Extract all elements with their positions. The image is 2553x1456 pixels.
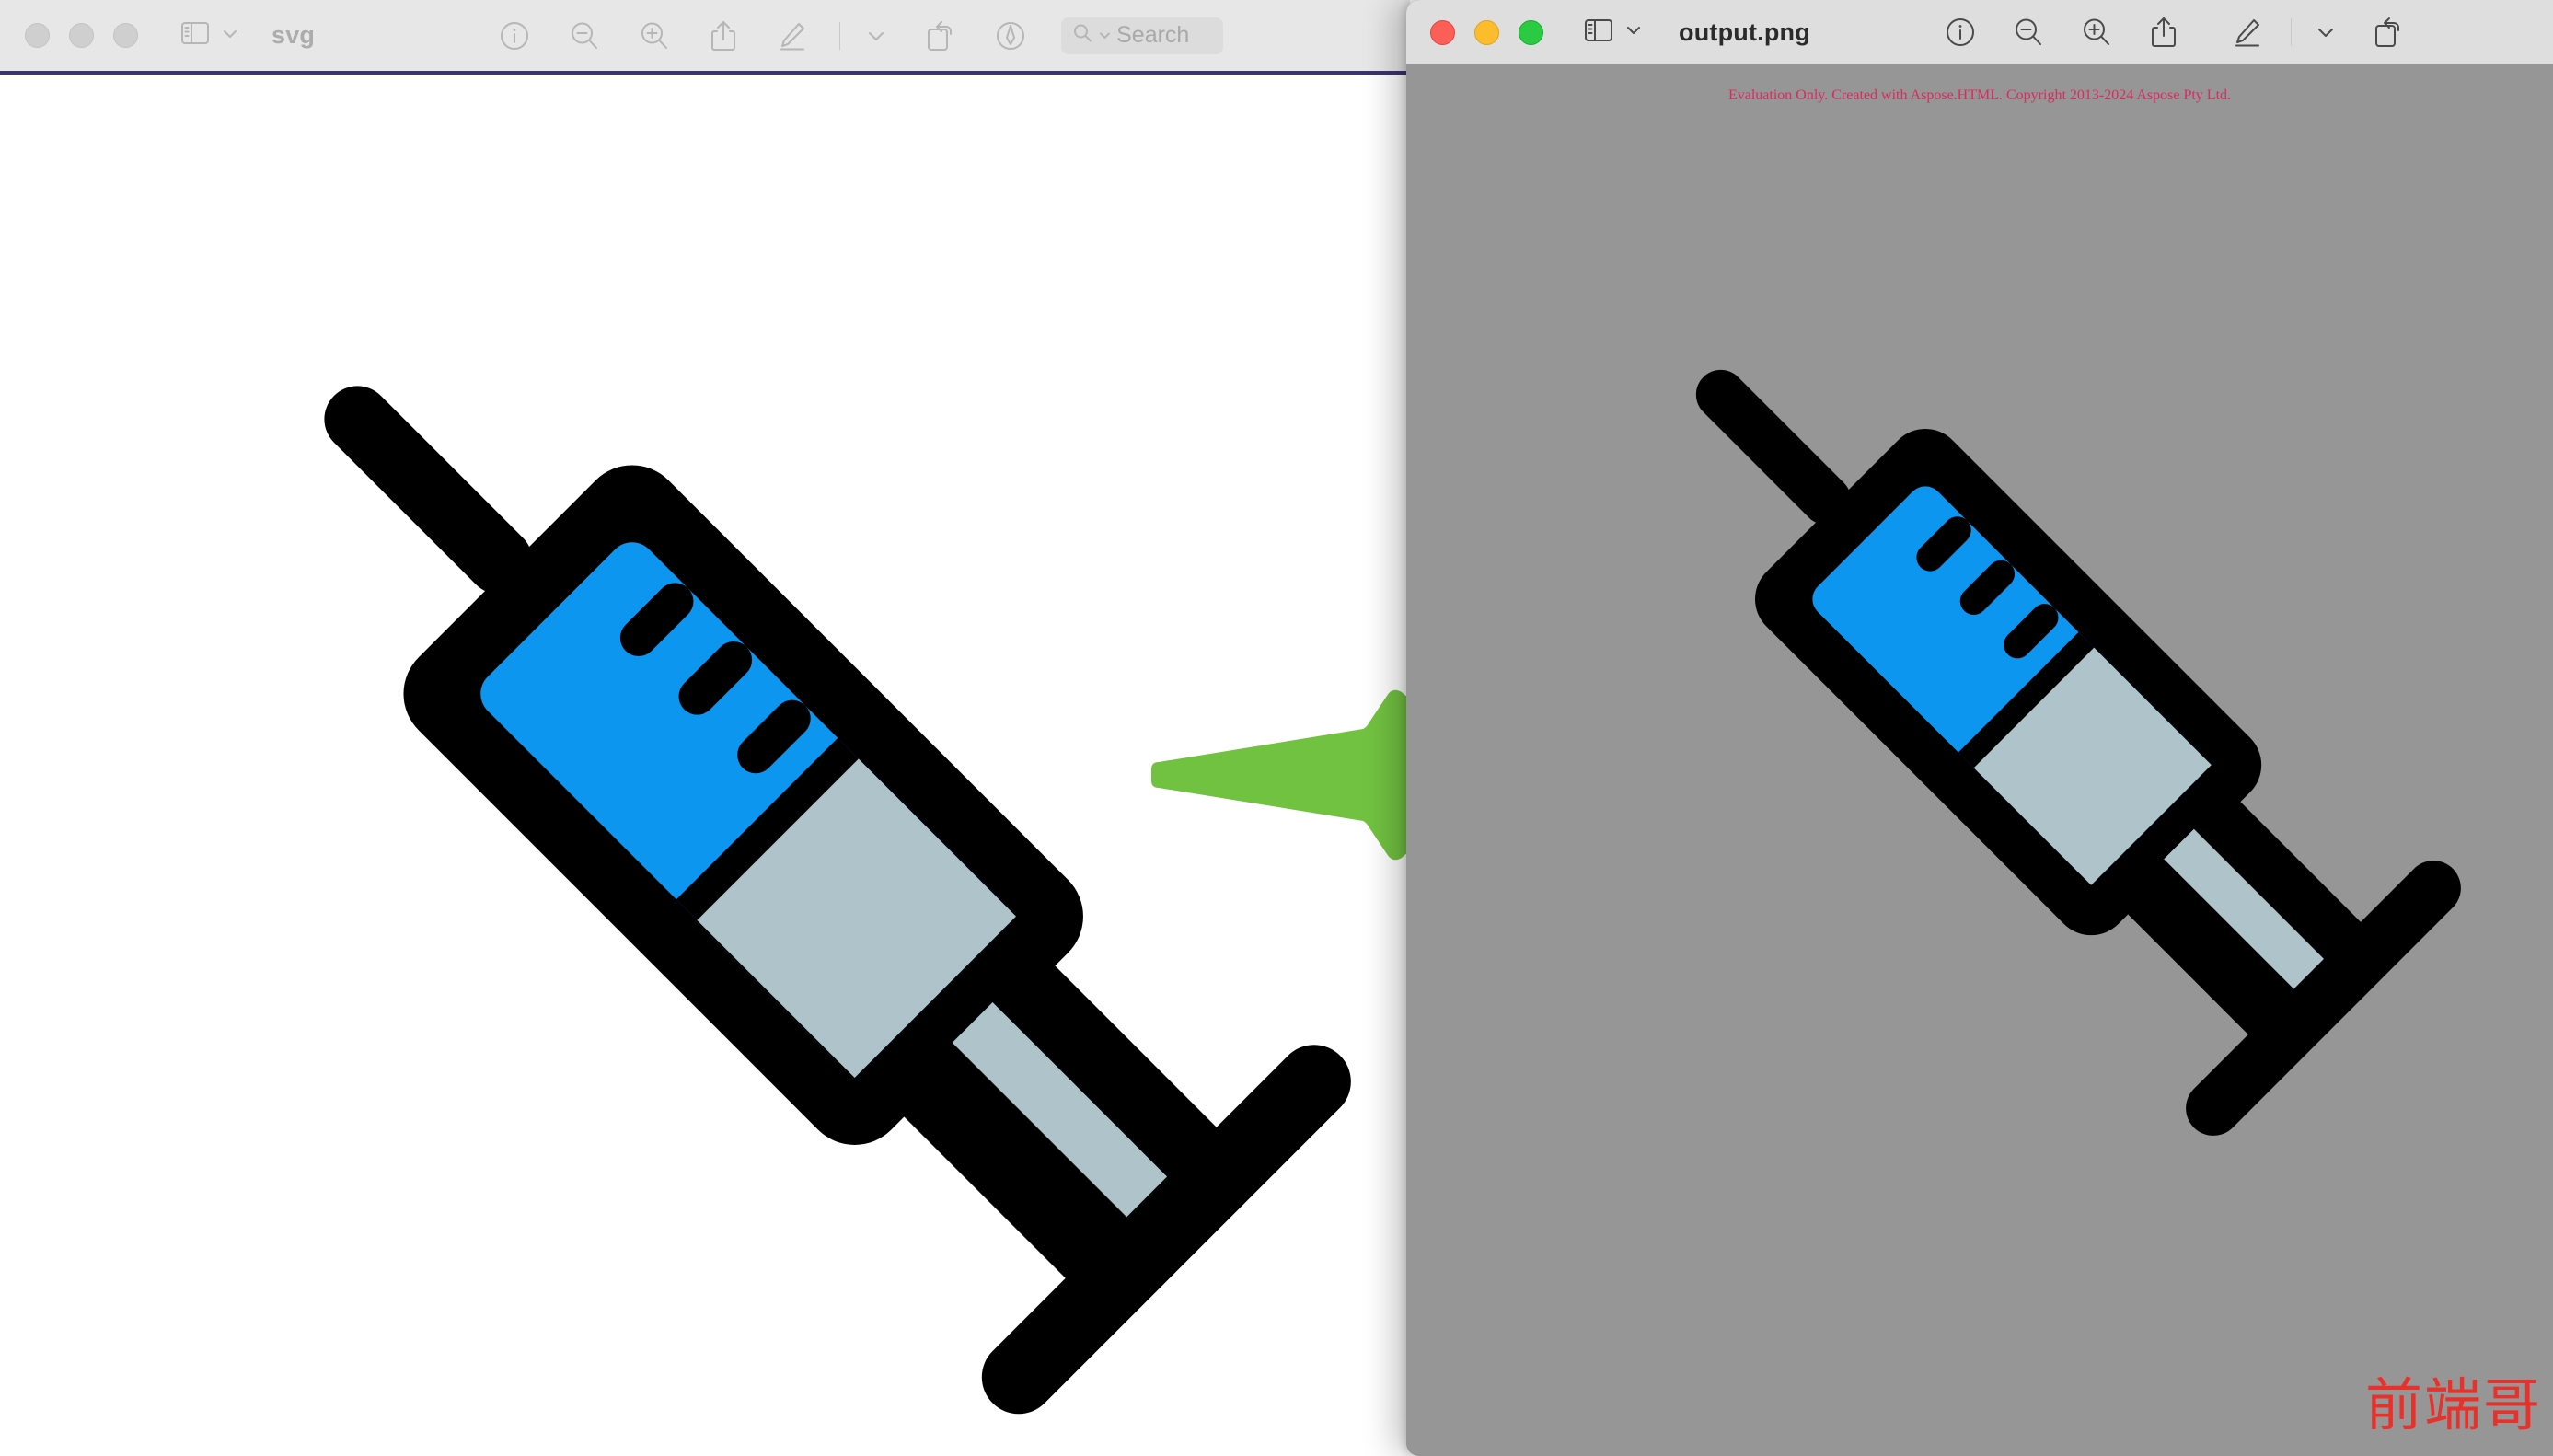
rotate-icon[interactable] (925, 19, 956, 52)
info-icon[interactable] (499, 20, 530, 52)
markup-pen-icon[interactable] (2232, 17, 2263, 48)
zoom-out-icon[interactable] (569, 20, 600, 52)
search-input[interactable]: Search (1061, 17, 1223, 54)
syringe-icon-small (1406, 64, 2553, 1456)
zoom-in-icon[interactable] (2081, 17, 2112, 48)
close-button[interactable] (25, 23, 50, 48)
left-window-title: svg (271, 21, 315, 50)
sidebar-icon[interactable] (180, 20, 210, 51)
zoom-button[interactable] (113, 23, 138, 48)
right-titlebar[interactable]: output.png (1406, 0, 2553, 64)
chevron-down-icon[interactable] (1099, 28, 1111, 44)
left-sidebar-toggle[interactable] (180, 20, 238, 51)
toolbar-divider (839, 22, 840, 50)
aspose-evaluation-watermark: Evaluation Only. Created with Aspose.HTM… (1406, 87, 2553, 104)
toolbar-divider (2291, 18, 2292, 46)
corner-watermark: 前端哥 (2365, 1377, 2542, 1434)
preview-window-output-png[interactable]: output.png (1406, 0, 2553, 1456)
right-sidebar-toggle[interactable] (1584, 17, 1642, 48)
zoom-out-icon[interactable] (2013, 17, 2044, 48)
right-toolbar-icons (1945, 16, 2263, 49)
chevron-down-icon[interactable] (1625, 24, 1642, 40)
chevron-down-icon[interactable] (866, 29, 886, 42)
left-traffic-lights (25, 23, 138, 48)
chevron-down-icon[interactable] (222, 28, 238, 44)
search-placeholder: Search (1116, 22, 1189, 49)
share-icon[interactable] (709, 19, 738, 52)
left-titlebar[interactable]: svg (0, 0, 1410, 71)
rotate-icon[interactable] (2373, 16, 2404, 49)
right-image-canvas[interactable]: Evaluation Only. Created with Aspose.HTM… (1406, 64, 2553, 1456)
zoom-button[interactable] (1519, 20, 1543, 45)
chevron-down-icon[interactable] (2316, 26, 2336, 39)
info-icon[interactable] (1945, 17, 1976, 48)
markup-pen-icon[interactable] (777, 20, 808, 52)
minimize-button[interactable] (1474, 20, 1499, 45)
left-toolbar-icons (499, 19, 808, 52)
annotate-icon[interactable] (995, 20, 1026, 52)
share-icon[interactable] (2149, 16, 2178, 49)
right-window-title: output.png (1679, 18, 1810, 47)
sidebar-icon[interactable] (1584, 17, 1613, 48)
minimize-button[interactable] (69, 23, 94, 48)
search-icon (1072, 23, 1093, 49)
zoom-in-icon[interactable] (639, 20, 670, 52)
right-traffic-lights (1430, 20, 1543, 45)
close-button[interactable] (1430, 20, 1455, 45)
